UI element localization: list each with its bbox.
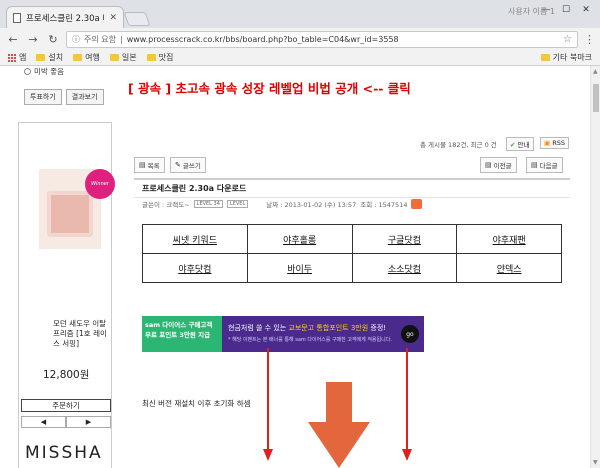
reload-icon[interactable]: ↻: [46, 32, 60, 46]
web-page: 미박 좋음 투표하기 결과보기 Winner 모던 새도우 이탈 프리즘 [1호…: [0, 66, 590, 468]
page-icon: [13, 12, 21, 23]
brand-logo: MISSHA: [25, 443, 103, 463]
rss-icon: ▣: [544, 139, 551, 147]
apps-icon: [8, 53, 16, 62]
next-arrow-icon[interactable]: ▶: [66, 416, 111, 428]
post-title: 프로세스클린 2.30a 다운로드: [134, 178, 570, 198]
bookmark-apps[interactable]: 앱: [8, 52, 26, 63]
poll-option[interactable]: 미박 좋음: [24, 66, 112, 77]
menu-icon[interactable]: ⋮: [584, 33, 595, 46]
security-warning: 주의 요함: [84, 34, 116, 44]
level-badge: LEVEL: [226, 200, 249, 208]
prev-arrow-icon[interactable]: ◀: [21, 416, 66, 428]
table-link[interactable]: 씨넷 키워드: [173, 236, 217, 246]
bookmark-folder[interactable]: 맛집: [146, 52, 173, 63]
side-ad[interactable]: Winner 모던 새도우 이탈 프리즘 [1호 레이스 서핑] 12,800원…: [18, 122, 115, 468]
folder-icon: [540, 54, 550, 61]
board-stats: 총 게시물 182건, 최근 0 건: [420, 141, 497, 149]
post-views: 조회 : 1547514: [360, 201, 408, 209]
next-doc-icon: ▤: [531, 161, 538, 169]
product-name[interactable]: 모던 새도우 이탈 프리즘 [1호 레이스 서핑]: [53, 319, 111, 349]
prev-doc-icon: ▤: [485, 161, 492, 169]
folder-icon: [109, 54, 119, 61]
product-image[interactable]: Winner: [39, 169, 115, 249]
table-link[interactable]: 야후재팬: [493, 236, 526, 246]
folder-icon: [146, 54, 156, 61]
results-button[interactable]: 결과보기: [65, 89, 104, 105]
table-link[interactable]: 야후닷컴: [178, 265, 211, 275]
red-arrow-left-line: [267, 348, 269, 458]
browser-tab[interactable]: 프로세스클린 2.30a 다운로드 ✕: [6, 6, 124, 28]
post-meta: 글쓴이 : 크랙도~ LEVEL 34 LEVEL 날짜 : 2013-01-0…: [142, 199, 423, 209]
rss-button[interactable]: ▣ RSS: [540, 137, 570, 149]
level-badge: LEVEL 34: [193, 200, 223, 208]
browser-titlebar: 프로세스클린 2.30a 다운로드 ✕ 사용자 이름 1 — ☐ ✕: [0, 0, 600, 28]
post-body-text: 최신 버전 재설치 이후 초기화 하셈: [142, 399, 251, 408]
radio-icon[interactable]: [24, 68, 31, 75]
back-icon[interactable]: ←: [6, 32, 20, 46]
product-price: 12,800원: [43, 369, 90, 381]
red-arrow-right-head: [402, 449, 412, 461]
pencil-icon: ✎: [175, 161, 181, 169]
order-button[interactable]: 주문하기: [21, 399, 111, 412]
print-icon[interactable]: [411, 199, 423, 209]
promo-headline-link[interactable]: [ 광속 ] 초고속 광속 성장 레벨업 비법 공개 <-- 클릭: [128, 78, 411, 97]
folder-icon: [73, 54, 83, 61]
other-bookmarks[interactable]: 기타 북마크: [540, 52, 592, 63]
table-link[interactable]: 야후홀롱: [283, 236, 316, 246]
scroll-down-icon[interactable]: ▼: [593, 459, 598, 466]
check-icon: ✔: [510, 141, 516, 149]
link-table: 씨넷 키워드 야후홀롱 구글닷컴 야후재팬 야후닷컴 바이두 소소닷컴 얀덱스: [142, 224, 562, 283]
bookmark-folder[interactable]: 설치: [36, 52, 63, 63]
banner-left-text: sam 다이어스 구매고객 무료 포인트 3만원 지급: [142, 316, 222, 352]
new-tab-button[interactable]: [123, 12, 151, 26]
list-icon: ▤: [139, 161, 146, 169]
promo-banner[interactable]: sam 다이어스 구매고객 무료 포인트 3만원 지급 현금처럼 쓸 수 있는 …: [142, 316, 424, 352]
table-link[interactable]: 구글닷컴: [388, 236, 421, 246]
list-button[interactable]: ▤ 목록: [134, 157, 165, 173]
table-link[interactable]: 얀덱스: [497, 265, 522, 275]
vote-button[interactable]: 투표하기: [24, 89, 62, 105]
big-down-arrow-icon: [308, 382, 370, 468]
window-controls: — ☐ ✕: [538, 3, 594, 17]
bookmark-star-icon[interactable]: ☆: [563, 34, 572, 45]
red-arrow-left-head: [263, 449, 273, 461]
bookmark-folder[interactable]: 여행: [73, 52, 100, 63]
winner-badge: Winner: [85, 169, 115, 199]
table-link[interactable]: 바이두: [287, 265, 312, 275]
address-bar[interactable]: ⓘ 주의 요함 | www.processcrack.co.kr/bbs/boa…: [66, 30, 578, 48]
scroll-up-icon[interactable]: ▲: [593, 68, 598, 75]
bookmarks-bar: 앱 설치 여행 일본 맛집 기타 북마크: [0, 50, 600, 66]
go-button[interactable]: go: [401, 325, 419, 343]
guide-button[interactable]: ✔ 안내: [506, 137, 534, 151]
red-arrow-right-line: [406, 348, 408, 458]
browser-toolbar: ← → ↻ ⓘ 주의 요함 | www.processcrack.co.kr/b…: [0, 28, 600, 50]
minimize-icon[interactable]: —: [538, 3, 554, 17]
folder-icon: [36, 54, 46, 61]
info-icon[interactable]: ⓘ: [72, 34, 80, 45]
post-author[interactable]: 글쓴이 : 크랙도~: [142, 199, 190, 209]
scrollbar[interactable]: ▲ ▼: [590, 66, 600, 468]
banner-main-text: 현금처럼 쓸 수 있는 교보문고 통합포인트 3만원 증정! * 해당 이벤트는…: [228, 323, 392, 343]
scroll-thumb[interactable]: [593, 84, 599, 112]
close-tab-icon[interactable]: ✕: [109, 13, 117, 23]
prev-post-button[interactable]: ▤ 이전글: [480, 157, 517, 173]
post-date: 날짜 : 2013-01-02 (수) 13:57: [266, 201, 357, 209]
bookmark-folder[interactable]: 일본: [109, 52, 137, 63]
tab-title: 프로세스클린 2.30a 다운로드: [26, 13, 104, 24]
url-text[interactable]: www.processcrack.co.kr/bbs/board.php?bo_…: [127, 35, 399, 44]
forward-icon[interactable]: →: [26, 32, 40, 46]
poll-widget: 미박 좋음 투표하기 결과보기: [16, 66, 112, 105]
write-button[interactable]: ✎ 글쓰기: [170, 157, 206, 173]
next-post-button[interactable]: ▤ 다음글: [526, 157, 563, 173]
close-window-icon[interactable]: ✕: [578, 3, 594, 17]
table-link[interactable]: 소소닷컴: [388, 265, 421, 275]
maximize-icon[interactable]: ☐: [558, 3, 574, 17]
board-actions: ▤ 목록 ✎ 글쓰기 ▤ 이전글 ▤ 다음글: [134, 157, 572, 173]
compact-icon: [47, 191, 93, 237]
